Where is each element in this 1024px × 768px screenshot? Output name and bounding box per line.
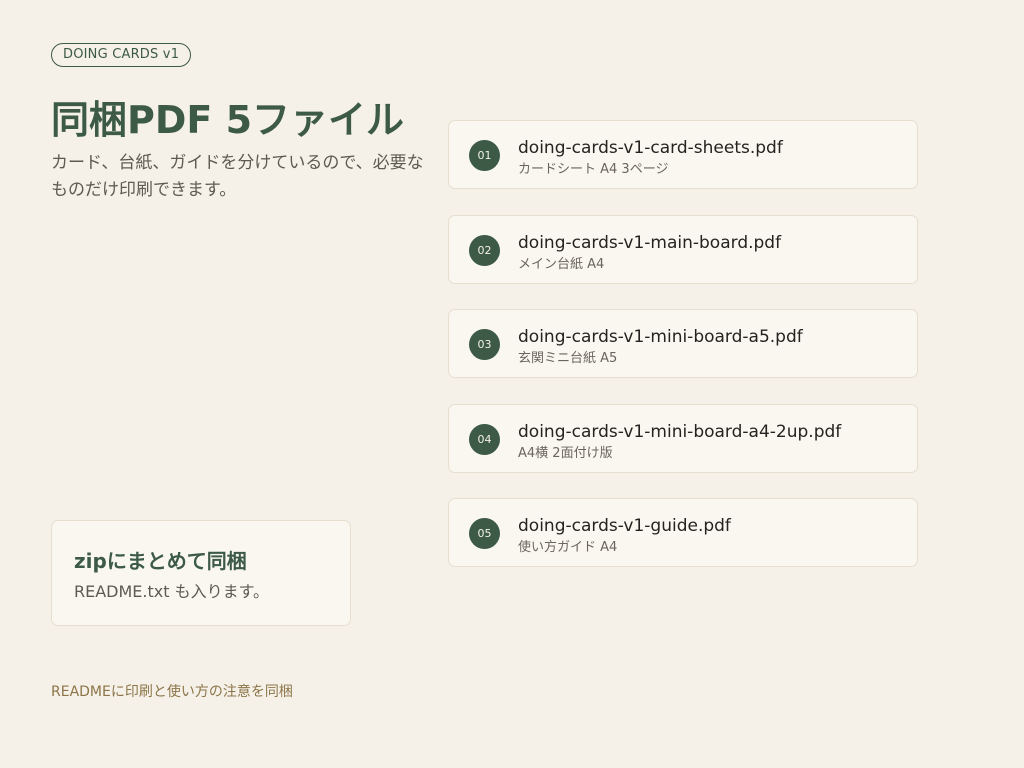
file-description: カードシート A4 3ページ [518,162,669,177]
file-number-badge: 04 [469,423,500,455]
file-number-badge: 01 [469,140,500,171]
file-description: A4横 2面付け版 [518,445,613,461]
file-description: メイン台紙 A4 [518,256,605,272]
file-name: doing-cards-v1-mini-board-a5.pdf [518,327,803,347]
file-card: 03 doing-cards-v1-mini-board-a5.pdf 玄関ミニ… [448,309,918,378]
file-description: 玄関ミニ台紙 A5 [518,351,618,366]
page-subtitle: カード、台紙、ガイドを分けているので、必要なものだけ印刷できます。 [51,153,424,200]
zip-title: zipにまとめて同梱 [74,549,247,573]
file-description: 使い方ガイド A4 [518,540,618,555]
file-card: 02 doing-cards-v1-main-board.pdf メイン台紙 A… [448,214,918,284]
file-list: 01 doing-cards-v1-card-sheets.pdf カードシート… [448,120,918,593]
zip-info-box: zipにまとめて同梱 README.txt も入ります。 [51,520,351,626]
file-card: 04 doing-cards-v1-mini-board-a4-2up.pdf … [448,403,918,473]
file-number-badge: 05 [469,518,500,549]
file-name: doing-cards-v1-guide.pdf [518,516,731,536]
file-number-badge: 03 [469,329,500,360]
file-name: doing-cards-v1-main-board.pdf [518,232,782,253]
page-title: 同梱PDF 5ファイル [51,98,405,142]
footer-note: READMEに印刷と使い方の注意を同梱 [51,684,293,700]
file-card: 05 doing-cards-v1-guide.pdf 使い方ガイド A4 [448,498,918,567]
file-name: doing-cards-v1-mini-board-a4-2up.pdf [518,421,842,442]
version-badge: DOING CARDS v1 [51,43,192,67]
zip-description: README.txt も入ります。 [74,582,269,601]
file-number-badge: 02 [469,234,500,266]
file-card: 01 doing-cards-v1-card-sheets.pdf カードシート… [448,120,918,189]
file-name: doing-cards-v1-card-sheets.pdf [518,138,783,158]
